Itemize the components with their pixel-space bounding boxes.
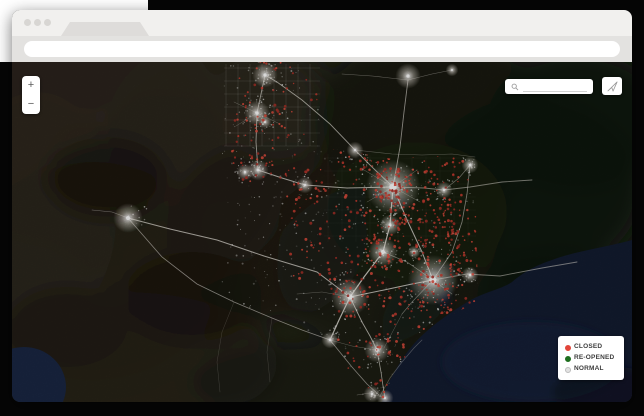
search-input[interactable]: [523, 82, 587, 92]
legend-items: CLOSED RE-OPENED NORMAL: [565, 342, 620, 375]
map-canvas[interactable]: [12, 62, 632, 402]
search-box[interactable]: [505, 79, 593, 94]
window-control-dot: [24, 19, 31, 26]
legend-status-dot: [565, 367, 571, 373]
send-button[interactable]: [602, 77, 622, 95]
send-icon: [607, 81, 618, 92]
zoom-in-button[interactable]: +: [22, 76, 40, 95]
address-bar[interactable]: [24, 41, 620, 57]
legend: CLOSED RE-OPENED NORMAL: [558, 336, 624, 380]
legend-item: RE-OPENED: [565, 353, 620, 364]
legend-label: NORMAL: [574, 366, 604, 373]
map-zoom-control: + −: [22, 76, 40, 114]
legend-item: NORMAL: [565, 364, 620, 375]
window-controls: [24, 19, 51, 26]
legend-status-dot: [565, 356, 571, 362]
legend-label: RE-OPENED: [574, 355, 614, 362]
legend-item: CLOSED: [565, 342, 620, 353]
map-viewport[interactable]: + − CLOSED RE-OPENED NORMAL: [12, 62, 632, 402]
browser-titlebar: [12, 10, 632, 36]
browser-tab[interactable]: [61, 22, 149, 36]
zoom-out-button[interactable]: −: [22, 95, 40, 114]
legend-label: CLOSED: [574, 344, 602, 351]
window-control-dot: [34, 19, 41, 26]
window-control-dot: [44, 19, 51, 26]
browser-toolbar: [12, 36, 632, 62]
search-icon: [511, 83, 519, 91]
legend-status-dot: [565, 345, 571, 351]
browser-window: + − CLOSED RE-OPENED NORMAL: [12, 10, 632, 402]
satellite-noise-overlay: [12, 62, 632, 402]
